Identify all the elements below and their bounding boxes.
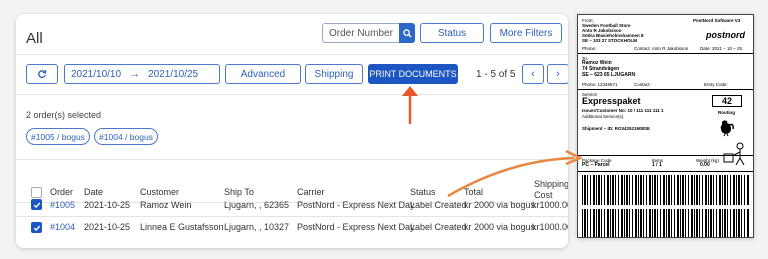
date-from: 2021/10/10	[71, 68, 122, 80]
label-contact: Contact: Anto R Jakobsson	[634, 46, 689, 51]
person-with-package-icon	[723, 142, 745, 166]
divider	[16, 54, 568, 55]
label-divider	[578, 53, 753, 54]
order-total: kr 2000 via bogus	[464, 222, 536, 232]
search-icon	[402, 28, 412, 38]
next-page-button[interactable]: ›	[547, 64, 568, 84]
order-number-search-input[interactable]: Order Number	[322, 23, 408, 43]
refresh-icon	[38, 70, 47, 79]
orders-panel: All Order Number Status More Filters 202…	[16, 14, 568, 248]
label-divider	[578, 89, 753, 90]
label-routing-box: 42	[712, 95, 742, 107]
more-filters-button[interactable]: More Filters	[490, 23, 562, 43]
screenshot-stage: All Order Number Status More Filters 202…	[0, 0, 768, 259]
label-shipment-id: Shipment – ID: RO342521908SE	[582, 126, 651, 131]
label-service-name: Expresspaket	[582, 96, 641, 106]
selected-order-chip[interactable]: #1004 / bogus	[94, 128, 158, 145]
label-phone: Phone:	[582, 46, 597, 51]
row-checkbox[interactable]	[31, 222, 42, 233]
status-filter-button[interactable]: Status	[420, 23, 484, 43]
column-header-total[interactable]: Total	[464, 187, 483, 197]
ship-to: Ljugarn, , 10327	[224, 222, 290, 232]
checkmark-icon	[33, 225, 40, 231]
shipping-label-preview: From: PostNord Software V3 Sweden Footba…	[577, 14, 754, 238]
order-link[interactable]: #1005	[50, 200, 75, 210]
divider	[16, 94, 568, 95]
selected-order-chip[interactable]: #1005 / bogus	[26, 128, 90, 145]
column-header-order[interactable]: Order	[50, 187, 73, 197]
label-entry-code: Entry Code:	[704, 82, 728, 87]
label-additional-services: Additional Service(s)	[582, 114, 624, 119]
arrow-right-icon: →	[129, 68, 141, 80]
divider	[16, 216, 568, 217]
search-button[interactable]	[399, 23, 415, 43]
order-total: kr 2000 via bogus	[464, 200, 536, 210]
row-checkbox[interactable]	[31, 199, 42, 210]
order-link[interactable]: #1004	[50, 222, 75, 232]
pagination-summary: 1 - 5 of 5	[476, 69, 516, 80]
label-routing-tag: Routing	[718, 110, 735, 115]
label-weight-value: 0.00	[700, 162, 710, 168]
column-header-ship-to[interactable]: Ship To	[224, 187, 254, 197]
chevron-right-icon: ›	[556, 68, 560, 80]
chevron-left-icon: ‹	[531, 68, 535, 80]
select-all-checkbox[interactable]	[31, 187, 42, 198]
column-header-status[interactable]: Status	[410, 187, 436, 197]
date-to: 2021/10/25	[148, 68, 199, 80]
column-header-carrier[interactable]: Carrier	[297, 187, 325, 197]
divider	[16, 159, 568, 160]
rooster-icon	[720, 120, 734, 137]
order-date: 2021-10-25	[84, 222, 131, 232]
carrier: PostNord - Express Next Day	[297, 200, 415, 210]
shipping-cost: kr1000.00	[532, 222, 568, 232]
print-documents-button[interactable]: PRINT DOCUMENTS	[368, 64, 458, 84]
page-title: All	[26, 30, 43, 47]
shipping-button[interactable]: Shipping	[305, 64, 363, 84]
label-divider	[578, 171, 753, 172]
date-range-picker[interactable]: 2021/10/10 → 2021/10/25	[64, 64, 220, 84]
label-items-value: 1 / 1	[652, 162, 662, 168]
label-software: PostNord Software V3	[693, 18, 741, 23]
label-date: Date: 2021 – 10 – 25	[700, 46, 743, 51]
column-header-customer[interactable]: Customer	[140, 187, 179, 197]
column-header-date[interactable]: Date	[84, 187, 103, 197]
label-divider	[578, 155, 753, 156]
selection-summary: 2 order(s) selected	[26, 110, 102, 120]
status-text: Label Created	[410, 200, 467, 210]
column-header-shipping-cost[interactable]: Shipping Cost	[534, 179, 568, 201]
label-phone: Phone: 12345671	[582, 82, 618, 87]
status-text: Label Created	[410, 222, 467, 232]
ship-to: Ljugarn, , 62365	[224, 200, 290, 210]
label-package-code: PC – Parcel	[582, 162, 610, 168]
postnord-logo: postnord	[706, 30, 745, 40]
barcode	[582, 209, 750, 237]
shipping-cost: kr1000.00	[532, 200, 568, 210]
checkmark-icon	[33, 202, 40, 208]
refresh-button[interactable]	[26, 64, 58, 84]
label-receiver-line: SE – 623 65 LJUGARN	[582, 72, 636, 78]
customer-name: Linnea E Gustafsson	[140, 222, 224, 232]
label-issuer: Issuer/Customer No: 10 / 111 111 111 1	[582, 108, 664, 113]
previous-page-button[interactable]: ‹	[522, 64, 544, 84]
customer-name: Ramoz Wein	[140, 200, 192, 210]
label-sender-line: SE – 103 27 STOCKHOLM	[582, 38, 637, 43]
label-contact: Contact:	[634, 82, 651, 87]
carrier: PostNord - Express Next Day	[297, 222, 415, 232]
advanced-button[interactable]: Advanced	[225, 64, 301, 84]
order-date: 2021-10-25	[84, 200, 131, 210]
barcode	[582, 175, 750, 205]
